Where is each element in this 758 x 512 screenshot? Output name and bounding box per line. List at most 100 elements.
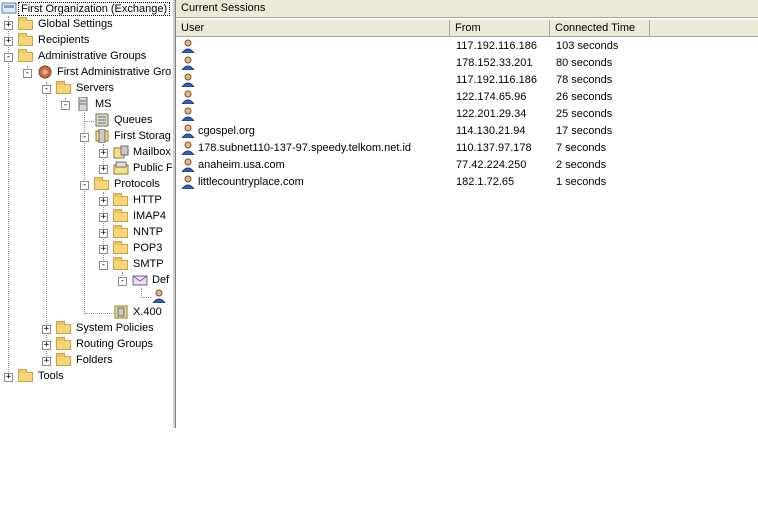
- expand-toggle[interactable]: +: [42, 341, 51, 350]
- public-folder-store-icon: [113, 161, 129, 175]
- collapse-toggle[interactable]: -: [118, 277, 127, 286]
- pane-title-bar: Current Sessions: [176, 0, 758, 18]
- expand-toggle[interactable]: +: [99, 245, 108, 254]
- cell-connected: 2 seconds: [556, 159, 607, 171]
- user-session-icon: [181, 73, 195, 87]
- tree-label: Administrative Groups: [38, 50, 147, 62]
- table-row[interactable]: 117.192.116.186 103 seconds: [176, 38, 758, 55]
- cell-user: 178.subnet110-137-97.speedy.telkom.net.i…: [198, 142, 412, 154]
- tree-label: Def: [152, 274, 170, 286]
- column-header-from[interactable]: From: [450, 20, 550, 36]
- cell-from: 182.1.72.65: [456, 176, 515, 188]
- user-session-icon: [181, 141, 195, 155]
- tree-label: HTTP: [133, 194, 162, 206]
- cell-connected: 78 seconds: [556, 74, 613, 86]
- expand-toggle[interactable]: +: [99, 149, 108, 158]
- exchange-org-icon: [1, 2, 17, 14]
- folder-icon: [18, 17, 34, 31]
- table-row[interactable]: 122.201.29.34 25 seconds: [176, 106, 758, 123]
- folder-icon: [18, 33, 34, 47]
- tree-label: First Organization (Exchange): [18, 2, 171, 16]
- expand-toggle[interactable]: +: [4, 373, 13, 382]
- table-row[interactable]: 122.174.65.96 26 seconds: [176, 89, 758, 106]
- table-row[interactable]: cgospel.org 114.130.21.94 17 seconds: [176, 123, 758, 140]
- collapse-toggle[interactable]: -: [61, 101, 70, 110]
- user-session-icon: [181, 175, 195, 189]
- collapse-toggle[interactable]: -: [80, 133, 89, 142]
- folder-icon: [56, 353, 72, 367]
- tree-label: Global Settings: [38, 18, 113, 30]
- console-tree: First Organization (Exchange) + Global S…: [0, 0, 172, 428]
- mailbox-store-icon: [113, 145, 129, 159]
- tree-line: [8, 16, 9, 378]
- folder-icon: [56, 337, 72, 351]
- user-session-icon: [181, 90, 195, 104]
- server-icon: [78, 97, 88, 111]
- collapse-toggle[interactable]: -: [42, 85, 51, 94]
- tree-label: Recipients: [38, 34, 90, 46]
- cell-user: cgospel.org: [198, 125, 255, 137]
- collapse-toggle[interactable]: -: [4, 53, 13, 62]
- user-session-icon: [181, 124, 195, 138]
- expand-toggle[interactable]: +: [99, 197, 108, 206]
- column-label: User: [181, 22, 205, 34]
- tree-line: [46, 82, 47, 362]
- tree-label: Queues: [114, 114, 153, 126]
- cell-connected: 1 seconds: [556, 176, 607, 188]
- storage-group-icon: [95, 129, 109, 143]
- table-row[interactable]: 117.192.116.186 78 seconds: [176, 72, 758, 89]
- column-header-user[interactable]: User: [176, 20, 450, 36]
- tree-label: Folders: [76, 354, 113, 366]
- table-row[interactable]: littlecountryplace.com 182.1.72.65 1 secon…: [176, 174, 758, 191]
- expand-toggle[interactable]: +: [42, 357, 51, 366]
- folder-icon: [94, 177, 110, 191]
- folder-icon: [113, 225, 129, 239]
- cell-from: 77.42.224.250: [456, 159, 527, 171]
- tree-label: First Storag: [114, 130, 171, 142]
- cell-user: littlecountryplace.com: [198, 176, 304, 188]
- tree-line: [141, 297, 151, 298]
- pane-title: Current Sessions: [181, 2, 266, 14]
- x400-icon: [114, 305, 128, 319]
- tree-label: POP3: [133, 242, 163, 254]
- expand-toggle[interactable]: +: [99, 213, 108, 222]
- cell-user: anaheim.usa.com: [198, 159, 285, 171]
- expand-toggle[interactable]: +: [42, 325, 51, 334]
- expand-toggle[interactable]: +: [99, 229, 108, 238]
- collapse-toggle[interactable]: -: [99, 261, 108, 270]
- tree-label: System Policies: [76, 322, 154, 334]
- column-label: Connected Time: [555, 22, 636, 34]
- cell-from: 114.130.21.94: [456, 125, 526, 137]
- user-session-icon: [152, 289, 166, 303]
- tree-label: First Administrative Gro: [57, 66, 172, 78]
- table-row[interactable]: 178.subnet110-137-97.speedy.telkom.net.i…: [176, 140, 758, 157]
- cell-from: 122.201.29.34: [456, 108, 527, 120]
- tree-label: Servers: [76, 82, 114, 94]
- tree-label: MS: [95, 98, 112, 110]
- column-header-connected-time[interactable]: Connected Time: [550, 20, 650, 36]
- expand-toggle[interactable]: +: [4, 37, 13, 46]
- tree-label: Protocols: [114, 178, 160, 190]
- column-header: User From Connected Time: [176, 20, 758, 37]
- cell-connected: 26 seconds: [556, 91, 613, 103]
- cell-connected: 25 seconds: [556, 108, 613, 120]
- cell-connected: 80 seconds: [556, 57, 613, 69]
- expand-toggle[interactable]: +: [99, 165, 108, 174]
- tree-label: X.400: [133, 306, 162, 318]
- table-row[interactable]: anaheim.usa.com 77.42.224.250 2 seconds: [176, 157, 758, 174]
- folder-icon: [18, 49, 34, 63]
- table-row[interactable]: 178.152.33.201 80 seconds: [176, 55, 758, 72]
- folder-icon: [113, 193, 129, 207]
- empty-area: [0, 428, 758, 512]
- cell-from: 122.174.65.96: [456, 91, 527, 103]
- collapse-toggle[interactable]: -: [23, 69, 32, 78]
- tree-label: IMAP4: [133, 210, 167, 222]
- user-session-icon: [181, 107, 195, 121]
- expand-toggle[interactable]: +: [4, 21, 13, 30]
- folder-icon: [113, 209, 129, 223]
- cell-connected: 7 seconds: [556, 142, 607, 154]
- tree-label: Tools: [38, 370, 64, 382]
- tree-label: Public F: [133, 162, 172, 174]
- tree-line: [84, 121, 94, 122]
- collapse-toggle[interactable]: -: [80, 181, 89, 190]
